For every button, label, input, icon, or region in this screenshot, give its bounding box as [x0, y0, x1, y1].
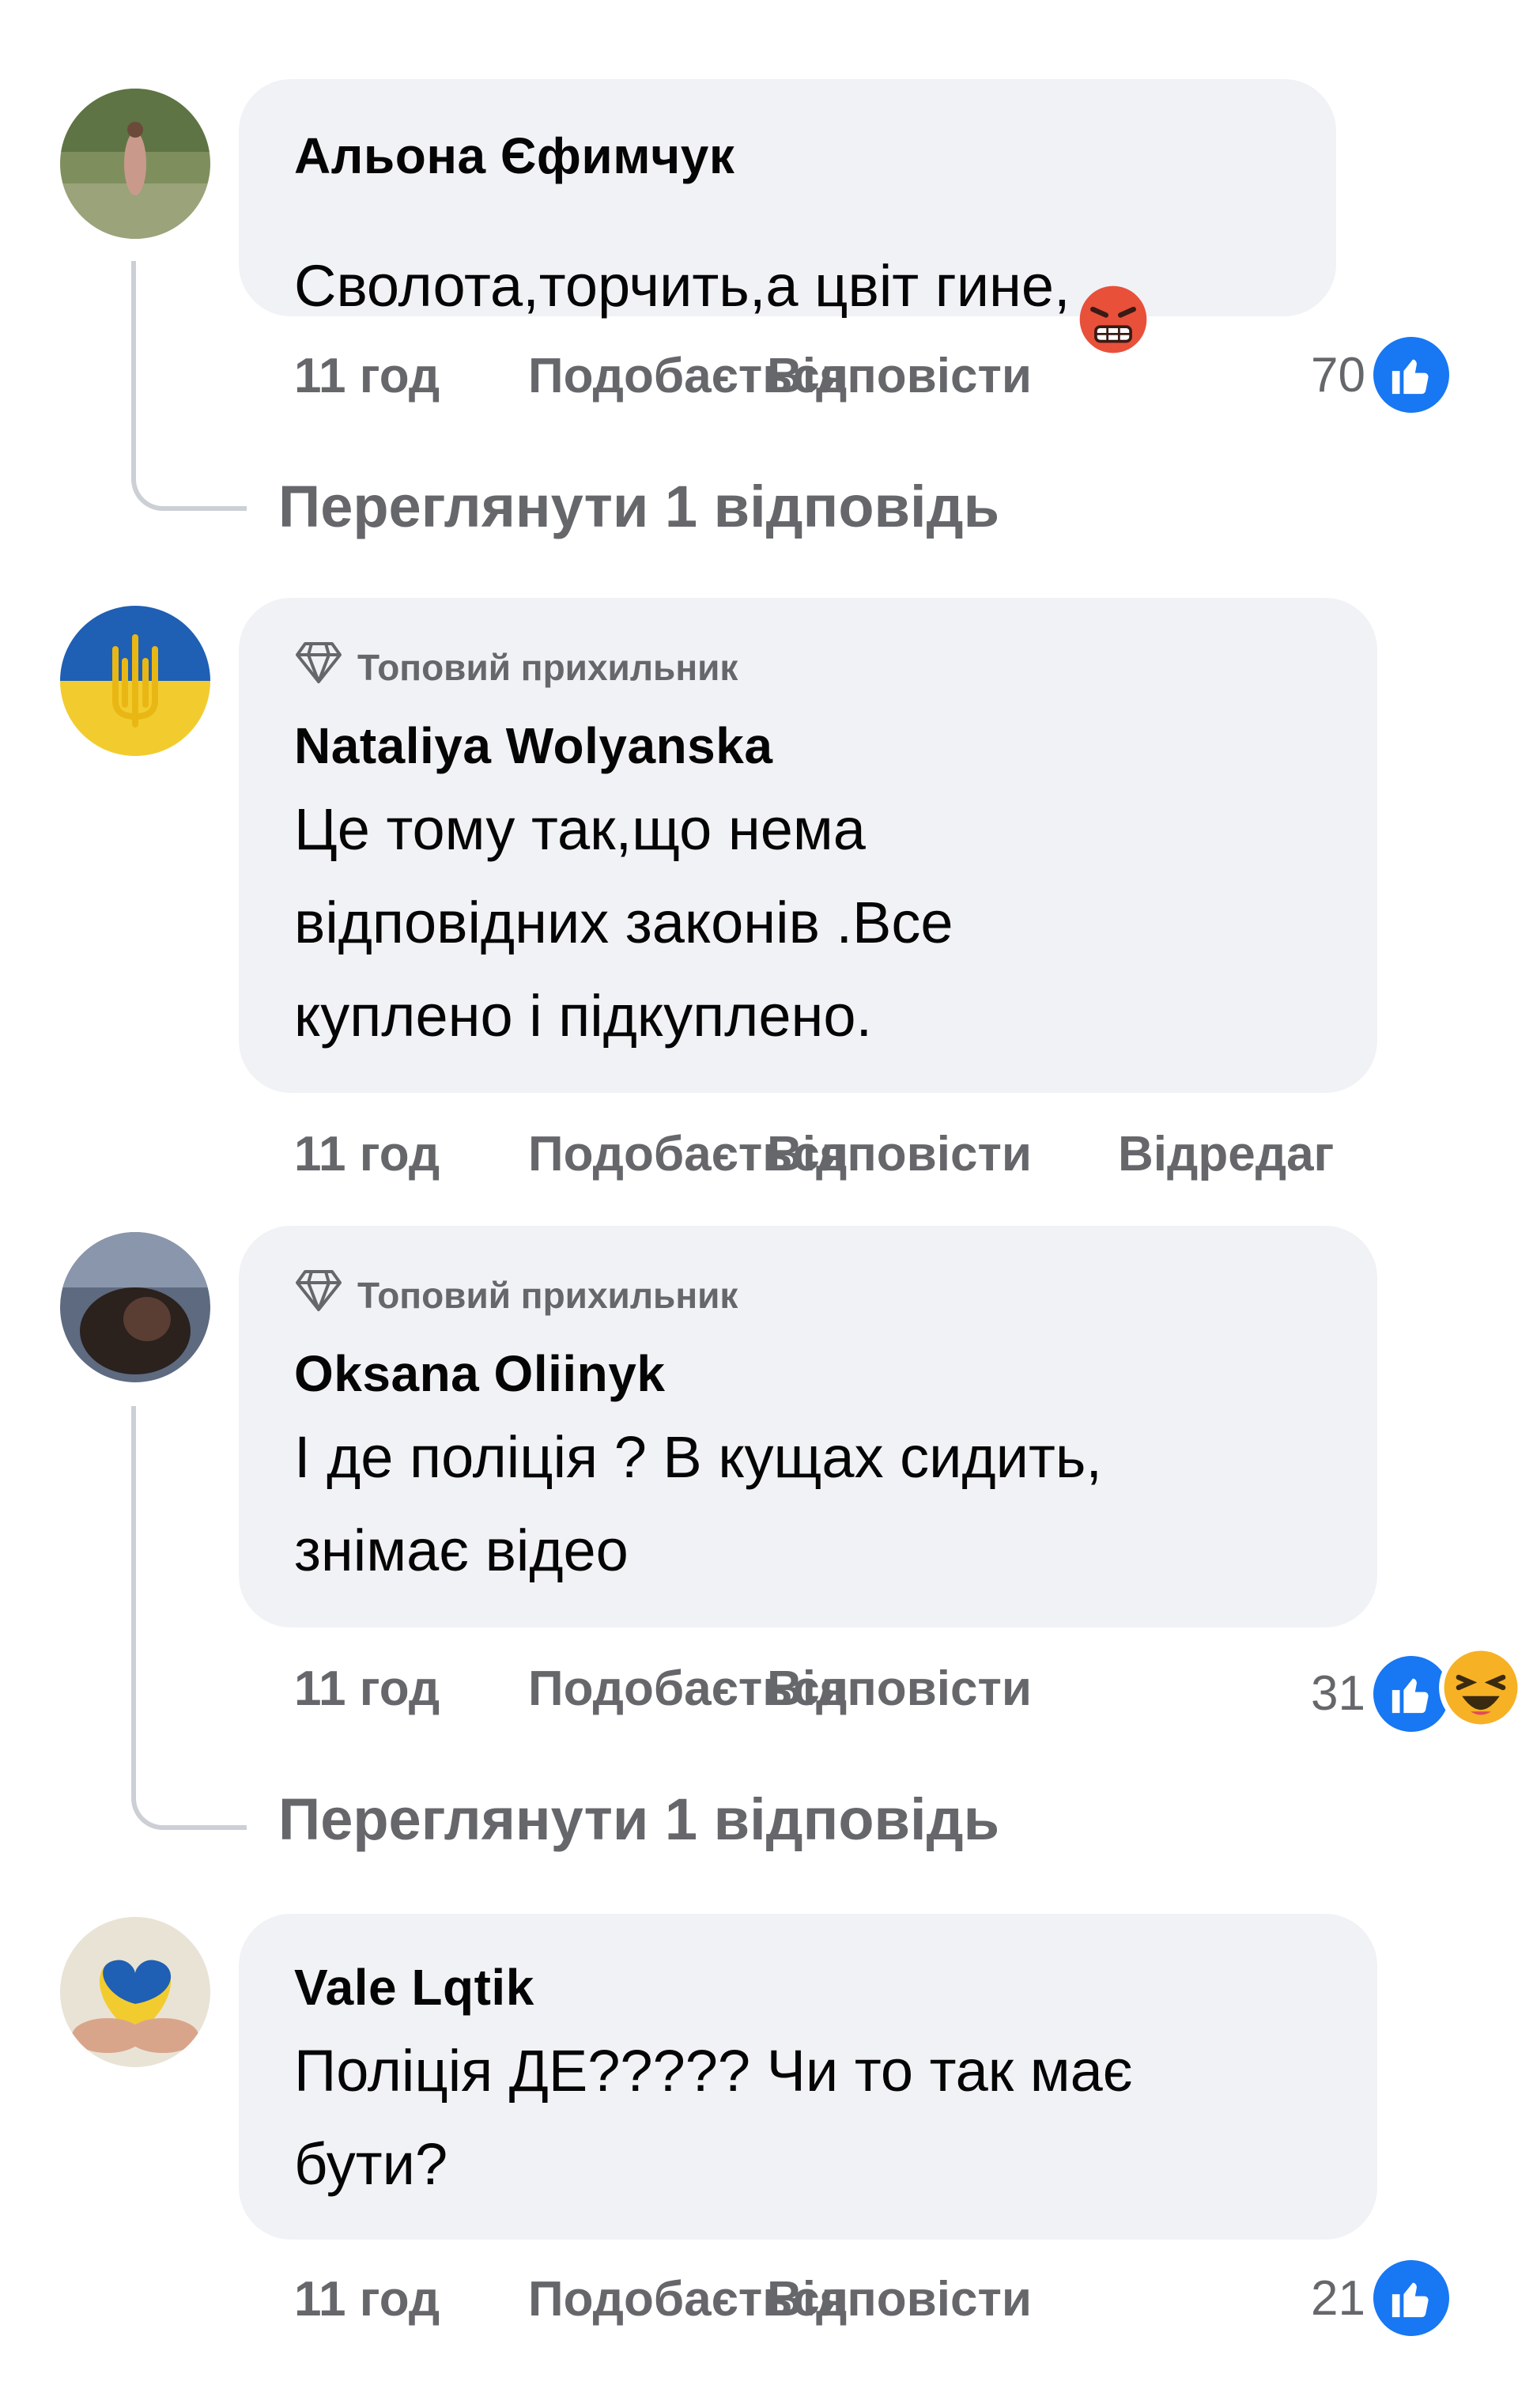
reaction-summary[interactable]: 31 — [1311, 1645, 1518, 1742]
comment-time[interactable]: 11 год — [294, 1661, 528, 1717]
top-fan-badge: Топовий прихильник — [294, 641, 738, 694]
like-button[interactable]: Подобається — [528, 348, 848, 404]
reply-button[interactable]: Відповісти — [767, 2271, 1121, 2327]
comment-time[interactable]: 11 год — [294, 348, 528, 404]
reply-button[interactable]: Відповісти — [767, 1126, 1118, 1182]
avatar[interactable] — [60, 606, 210, 756]
thread-line — [131, 1406, 247, 1830]
reaction-count: 21 — [1311, 2270, 1365, 2326]
comment-actions: 11 год Подобається Відповісти — [294, 2271, 1121, 2327]
comment-actions: 11 год Подобається Відповісти Відредаг — [294, 1126, 1334, 1182]
comment-actions: 11 год Подобається Відповісти — [294, 1661, 1121, 1717]
diamond-icon — [294, 1268, 343, 1321]
like-button[interactable]: Подобається — [528, 1661, 848, 1717]
comment-bubble: Vale Lqtik Поліція ДЕ????? Чи то так має… — [239, 1914, 1377, 2240]
thumbs-up-icon — [1368, 2255, 1454, 2341]
edit-button[interactable]: Відредаг — [1118, 1126, 1334, 1182]
comment-author[interactable]: Oksana Oliinyk — [294, 1344, 665, 1403]
reaction-count: 70 — [1311, 347, 1365, 403]
like-button[interactable]: Подобається — [528, 2271, 848, 2327]
reply-button[interactable]: Відповісти — [767, 348, 1121, 404]
thread-line — [131, 261, 247, 511]
reaction-summary[interactable]: 21 — [1311, 2255, 1454, 2341]
comment-author[interactable]: Nataliya Wolyanska — [294, 716, 772, 775]
view-replies-link[interactable]: Переглянути 1 відповідь — [278, 1786, 999, 1853]
avatar[interactable] — [60, 1917, 210, 2067]
comment-author[interactable]: Альона Єфимчук — [294, 127, 734, 185]
laughing-emoji-icon — [1438, 1645, 1518, 1742]
comment-bubble: Топовий прихильник Nataliya Wolyanska Це… — [239, 598, 1377, 1093]
comment-time[interactable]: 11 год — [294, 2271, 528, 2327]
like-button[interactable]: Подобається — [528, 1126, 848, 1182]
thumbs-up-icon — [1368, 332, 1454, 418]
badge-label: Топовий прихильник — [357, 646, 738, 688]
comment-text-content: Сволота,торчить,а цвіт гине, — [294, 253, 1071, 319]
comment-text: Поліція ДЕ????? Чи то так має бути? — [294, 2038, 1133, 2197]
comment-bubble: Альона Єфимчук Сволота,торчить,а цвіт ги… — [239, 79, 1336, 353]
avatar[interactable] — [60, 89, 210, 239]
comment-text: І де поліція ? В кущах сидить, знімає ві… — [294, 1424, 1102, 1583]
reaction-count: 31 — [1311, 1666, 1365, 1721]
comment-actions: 11 год Подобається Відповісти — [294, 348, 1121, 404]
comment-time[interactable]: 11 год — [294, 1126, 528, 1182]
comment-author[interactable]: Vale Lqtik — [294, 1958, 534, 2017]
view-replies-link[interactable]: Переглянути 1 відповідь — [278, 473, 999, 540]
diamond-icon — [294, 641, 343, 694]
reaction-summary[interactable]: 70 — [1311, 332, 1454, 418]
comment-bubble: Топовий прихильник Oksana Oliinyk І де п… — [239, 1226, 1377, 1627]
avatar[interactable] — [60, 1232, 210, 1382]
reply-button[interactable]: Відповісти — [767, 1661, 1121, 1717]
badge-label: Топовий прихильник — [357, 1274, 738, 1316]
comment-text: Це тому так,що нема відповідних законів … — [294, 796, 953, 1049]
top-fan-badge: Топовий прихильник — [294, 1268, 738, 1321]
